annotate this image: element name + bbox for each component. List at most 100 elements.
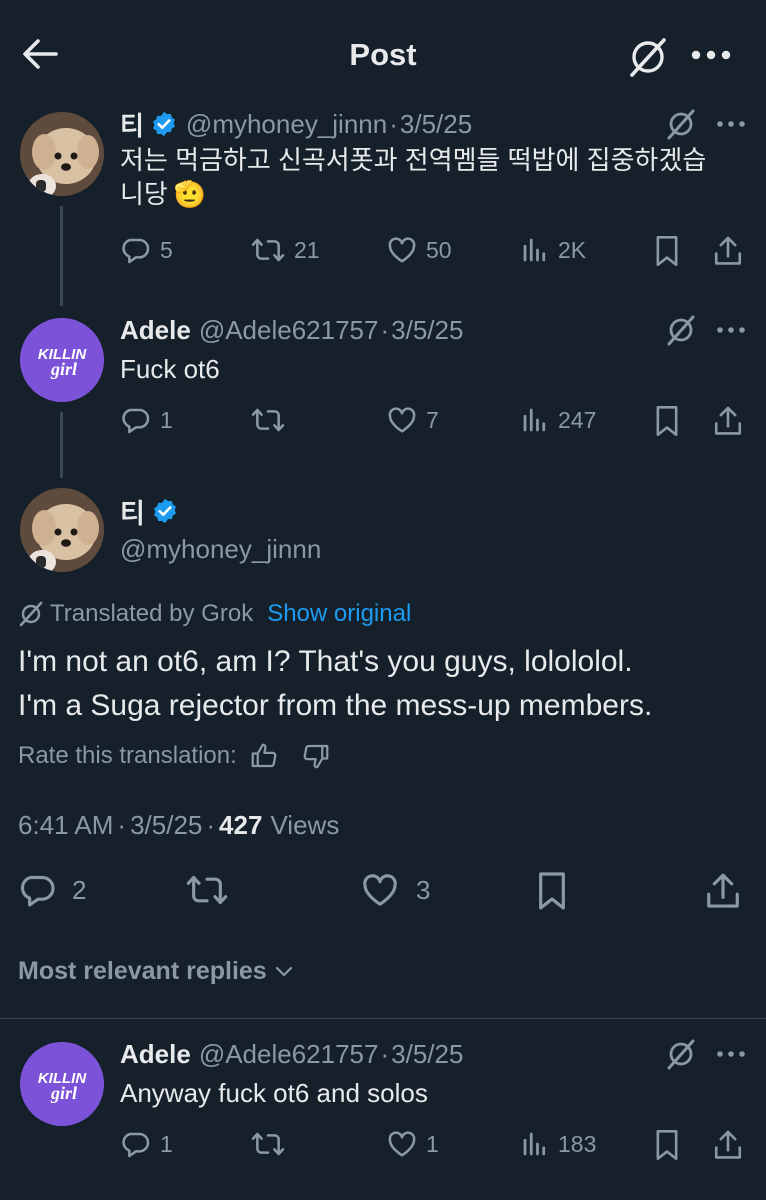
tweet-text-line: 니당 🫡 [120, 179, 207, 209]
show-original-link[interactable]: Show original [267, 600, 411, 628]
repost-button[interactable] [250, 404, 286, 436]
thread-line [60, 412, 63, 478]
more-button[interactable] [716, 118, 746, 130]
reply-icon [122, 1132, 150, 1158]
date[interactable]: 3/5/25 [400, 109, 472, 140]
avatar[interactable]: KILLIN girl [20, 318, 104, 402]
reply-button[interactable]: 5 [120, 234, 173, 266]
handle[interactable]: @Adele621757 [199, 315, 379, 346]
bookmark-button[interactable] [534, 870, 570, 912]
dog-photo [20, 488, 104, 572]
thread-line [60, 206, 63, 306]
svg-text:girl: girl [50, 1083, 77, 1103]
bookmark-icon [656, 235, 678, 267]
reply-icon [20, 875, 55, 907]
views-button[interactable]: 2K [520, 234, 586, 266]
reply-count: 5 [160, 236, 173, 263]
bookmark-button[interactable] [652, 234, 682, 268]
thumbs-up-icon[interactable] [249, 741, 279, 771]
display-name[interactable]: 티 [120, 106, 144, 143]
share-button[interactable] [704, 870, 742, 912]
more-icon [691, 50, 731, 60]
like-button[interactable]: 1 [386, 1128, 439, 1160]
post-meta: 6:41 AM · 3/5/25 · 427 Views [18, 808, 339, 842]
avatar[interactable] [20, 112, 104, 196]
display-name[interactable]: 티 [120, 492, 145, 531]
reply-count: 2 [72, 874, 87, 905]
main-name-row: 티 [120, 492, 179, 531]
chevron-down-icon [275, 966, 292, 977]
verified-icon [153, 498, 176, 524]
more-icon [717, 1051, 745, 1057]
emoji: 🫡 [173, 179, 207, 209]
repost-icon [186, 875, 228, 905]
post-text-line: I'm not an ot6, am I? That's you guys, l… [18, 645, 633, 678]
bookmark-button[interactable] [652, 404, 682, 438]
bookmark-button[interactable] [652, 1128, 682, 1162]
views-icon [523, 408, 546, 432]
divider [0, 1018, 766, 1019]
repost-icon [251, 1132, 285, 1156]
more-button[interactable] [690, 44, 734, 66]
repost-button[interactable]: 21 [250, 234, 320, 266]
killin-girl-logo: KILLIN girl [20, 318, 104, 402]
reply-count: 1 [160, 1130, 173, 1157]
views-button[interactable]: 183 [520, 1128, 596, 1160]
more-button[interactable] [716, 1048, 746, 1060]
handle[interactable]: @myhoney_jinnn [186, 109, 387, 140]
bookmark-icon [539, 872, 565, 910]
translation-row: Translated by Grok Show original [18, 598, 411, 630]
grok-button[interactable] [664, 108, 698, 140]
post-date[interactable]: 3/5/25 [130, 810, 202, 841]
repost-button[interactable] [184, 870, 230, 910]
share-button[interactable] [712, 404, 744, 438]
grok-icon [667, 109, 695, 140]
like-button[interactable]: 7 [386, 404, 439, 436]
more-button[interactable] [716, 324, 746, 336]
reply-icon [122, 408, 150, 434]
views-count[interactable]: 427 [219, 810, 262, 841]
date[interactable]: 3/5/25 [391, 315, 463, 346]
avatar[interactable] [20, 488, 104, 572]
like-count: 7 [426, 406, 439, 433]
rate-translation-row: Rate this translation: [18, 740, 331, 772]
replies-sort-button[interactable]: Most relevant replies [18, 954, 295, 988]
like-button[interactable]: 3 [360, 870, 430, 910]
repost-icon [251, 238, 285, 262]
tweet-text: Anyway fuck ot6 and solos [120, 1078, 428, 1108]
more-icon [717, 327, 745, 333]
rate-label: Rate this translation: [18, 742, 237, 769]
views-button[interactable]: 247 [520, 404, 596, 436]
share-icon [707, 873, 739, 908]
handle[interactable]: @myhoney_jinnn [120, 532, 321, 566]
like-button[interactable]: 50 [386, 234, 452, 266]
killin-girl-logo: KILLIN girl [20, 1042, 104, 1126]
grok-button[interactable] [664, 314, 698, 346]
post-time[interactable]: 6:41 AM [18, 810, 113, 841]
post-text: I'm not an ot6, am I? That's you guys, l… [18, 640, 758, 728]
views-icon [523, 1132, 546, 1156]
reply-button[interactable]: 1 [120, 404, 173, 436]
handle[interactable]: @Adele621757 [199, 1039, 379, 1070]
post-text-line: I'm a Suga rejector from the mess-up mem… [18, 689, 653, 722]
heart-icon [388, 407, 416, 433]
reply-button[interactable]: 2 [18, 870, 86, 910]
grok-icon [667, 315, 695, 346]
views-label: Views [270, 809, 340, 840]
display-name[interactable]: Adele [120, 315, 191, 346]
reply-button[interactable]: 1 [120, 1128, 173, 1160]
repost-icon [251, 408, 285, 432]
views-icon [523, 238, 546, 262]
share-button[interactable] [712, 1128, 744, 1162]
share-button[interactable] [712, 234, 744, 268]
date[interactable]: 3/5/25 [391, 1039, 463, 1070]
display-name[interactable]: Adele [120, 1039, 191, 1070]
heart-icon [388, 237, 416, 263]
bookmark-icon [656, 405, 678, 437]
avatar[interactable]: KILLIN girl [20, 1042, 104, 1126]
grok-icon [667, 1039, 695, 1070]
grok-button[interactable] [626, 36, 670, 78]
grok-button[interactable] [664, 1038, 698, 1070]
thumbs-down-icon[interactable] [301, 741, 331, 771]
repost-button[interactable] [250, 1128, 286, 1160]
